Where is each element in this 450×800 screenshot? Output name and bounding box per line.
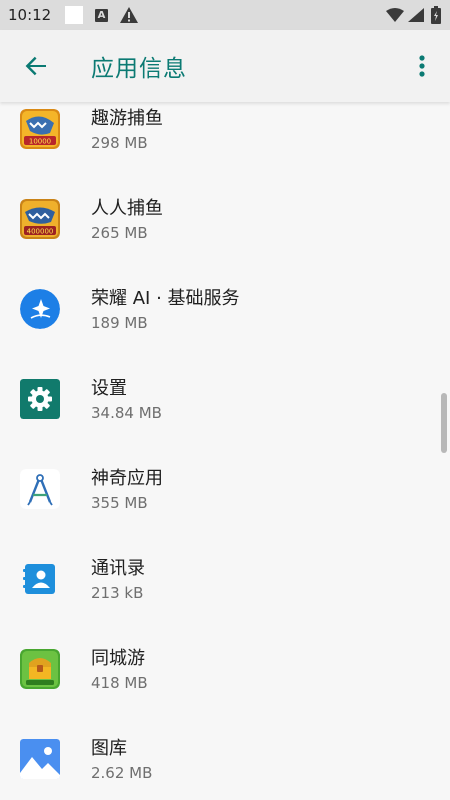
- chest-game-icon: [20, 649, 60, 689]
- app-list-item[interactable]: 神奇应用 355 MB: [0, 438, 450, 528]
- svg-text:10000: 10000: [29, 138, 51, 146]
- fish-game-icon: 10000: [20, 109, 60, 149]
- more-vertical-icon: [419, 55, 425, 77]
- wifi-icon: [386, 8, 404, 22]
- app-size: 189 MB: [91, 314, 148, 332]
- gear-icon: [20, 379, 60, 419]
- battery-icon: [431, 6, 441, 24]
- app-name: 人人捕鱼: [91, 198, 163, 219]
- app-name: 神奇应用: [91, 468, 163, 489]
- scrollbar-thumb[interactable]: [441, 393, 447, 453]
- gallery-icon: [20, 739, 60, 779]
- notification-square-icon: [65, 6, 83, 24]
- app-name: 通讯录: [91, 558, 145, 579]
- app-list-item[interactable]: 图库 2.62 MB: [0, 708, 450, 798]
- app-list-item[interactable]: 同城游 418 MB: [0, 618, 450, 708]
- app-name: 图库: [91, 738, 127, 759]
- app-info-screen: 10:12 A 应用信息 10000 趣游捕鱼 298 MB 400000 人人…: [0, 0, 450, 800]
- app-size: 418 MB: [91, 674, 148, 692]
- app-list-item[interactable]: 通讯录 213 kB: [0, 528, 450, 618]
- app-size: 2.62 MB: [91, 764, 153, 782]
- page-title: 应用信息: [91, 56, 187, 82]
- a-notification-icon: A: [95, 9, 108, 22]
- warning-icon: [120, 7, 138, 23]
- signal-icon: [408, 8, 424, 22]
- more-options-button[interactable]: [410, 50, 434, 82]
- status-bar: 10:12 A: [0, 0, 450, 30]
- contacts-icon: [20, 559, 60, 599]
- status-time: 10:12: [8, 6, 52, 24]
- app-name: 荣耀 AI · 基础服务: [91, 288, 240, 309]
- app-list-item[interactable]: 400000 人人捕鱼 265 MB: [0, 168, 450, 258]
- app-size: 34.84 MB: [91, 404, 162, 422]
- app-name: 设置: [91, 378, 127, 399]
- back-button[interactable]: [20, 50, 52, 82]
- app-size: 298 MB: [91, 134, 148, 152]
- arrow-left-icon: [25, 56, 46, 76]
- fish-game-icon: 400000: [20, 199, 60, 239]
- app-size: 213 kB: [91, 584, 144, 602]
- app-bar: 应用信息: [0, 30, 450, 102]
- ai-sparkle-icon: [20, 289, 60, 329]
- app-list-item[interactable]: 10000 趣游捕鱼 298 MB: [0, 102, 450, 168]
- app-name: 同城游: [91, 648, 145, 669]
- app-list-item[interactable]: 荣耀 AI · 基础服务 189 MB: [0, 258, 450, 348]
- android-studio-icon: [20, 469, 60, 509]
- svg-text:400000: 400000: [27, 228, 54, 236]
- app-size: 265 MB: [91, 224, 148, 242]
- app-list[interactable]: 10000 趣游捕鱼 298 MB 400000 人人捕鱼 265 MB 荣耀 …: [0, 102, 450, 800]
- app-size: 355 MB: [91, 494, 148, 512]
- app-name: 趣游捕鱼: [91, 108, 163, 129]
- app-list-item[interactable]: 设置 34.84 MB: [0, 348, 450, 438]
